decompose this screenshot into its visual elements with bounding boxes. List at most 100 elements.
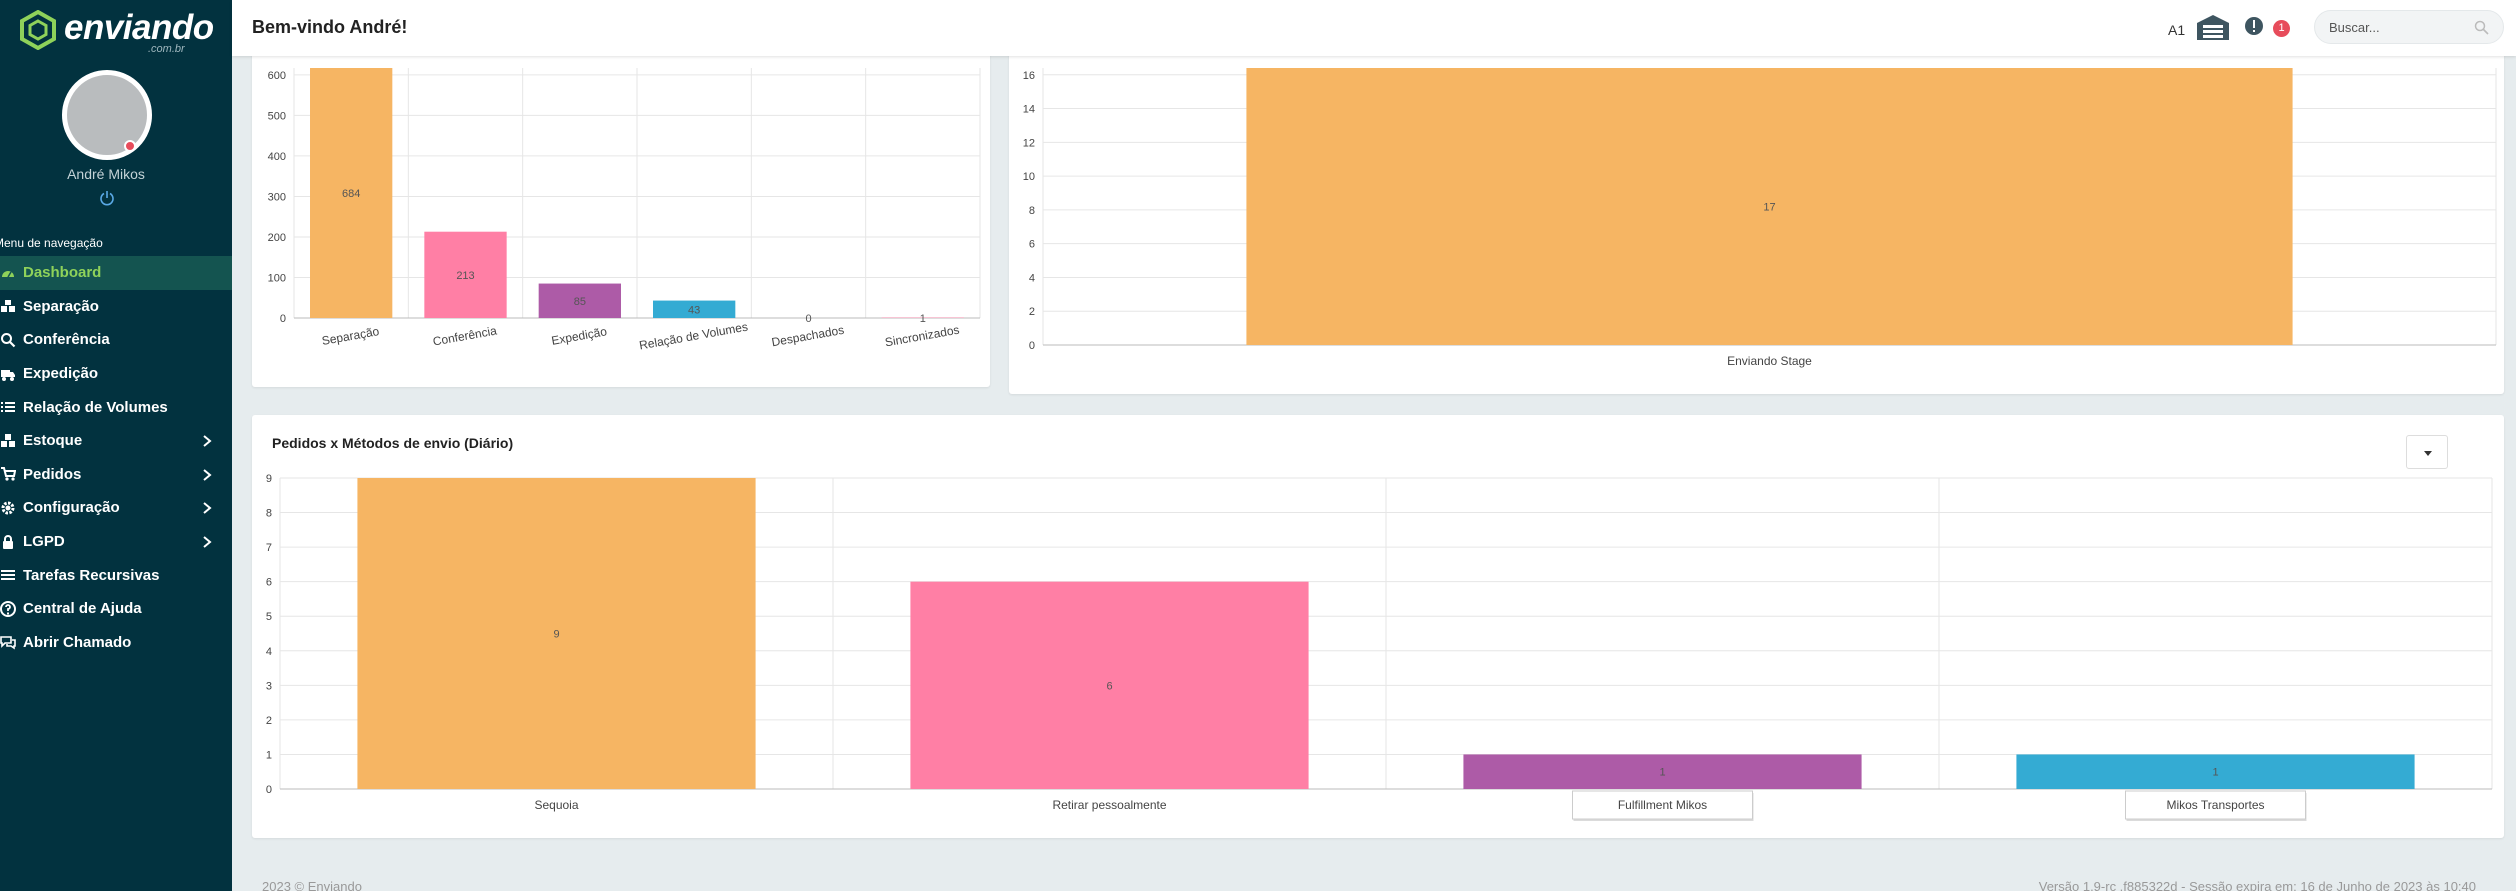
y-tick-label: 9 [266,473,272,485]
x-tick-label: Conferência [432,323,498,348]
y-tick-label: 8 [266,508,272,520]
sidebar: enviando .com.br André Mikos Menu de nav… [0,0,232,891]
sidebar-item-conferencia[interactable]: Conferência [0,323,232,357]
x-tick-label: Sincronizados [884,323,961,350]
sidebar-item-label: LGPD [23,533,65,551]
status-chart-card: 0 100 200 300 400 500 600 684 Separação 213 Confer… [252,40,990,387]
sidebar-item-tarefas-recursivas[interactable]: Tarefas Recursivas [0,558,232,592]
sidebar-item-separacao[interactable]: Separação [0,290,232,324]
y-tick-label: 200 [268,232,286,244]
sidebar-item-label: Estoque [23,432,83,450]
sidebar-item-relacao-de-volumes[interactable]: Relação de Volumes [0,390,232,424]
chevron-right-icon [203,535,212,548]
stage-chart-card: 0 2 4 6 8 10 12 14 16 17 Enviando Stage [1009,40,2504,394]
y-tick-label: 4 [266,646,272,658]
cubes-icon [1,433,15,447]
x-tick-label: Separação [321,324,381,348]
y-tick-label: 2 [266,715,272,727]
brand-logo[interactable]: enviando .com.br [18,8,218,55]
x-tick-label: Sequoia [534,798,578,812]
alert-icon[interactable] [2244,16,2264,36]
footer-copyright: 2023 © Enviando [262,879,362,891]
data-label: 43 [688,304,700,316]
list-icon [1,402,15,413]
data-label: 85 [574,296,586,308]
data-label: 1 [2212,767,2218,779]
boxes-icon [1,300,15,313]
sidebar-item-label: Expedição [23,365,99,383]
nav-menu: Dashboard Separação Conferência Expedição Re… [0,256,232,659]
data-label: 684 [342,188,360,200]
sidebar-item-label: Configuração [23,499,120,517]
y-tick-label: 14 [1023,104,1035,116]
y-tick-label: 3 [266,680,272,692]
chevron-right-icon [203,435,212,447]
chevron-right-icon [203,502,212,514]
x-tick-label: Relação de Volumes [638,320,749,353]
footer-version: Versão 1.9-rc .f885322d - Sessão expira … [2038,879,2476,891]
page-title: Bem-vindo André! [252,17,408,37]
sidebar-item-label: Pedidos [23,465,82,483]
status-dot [124,140,136,152]
cart-icon [1,467,16,481]
x-tick-label: Enviando Stage [1727,354,1812,368]
data-label: 1 [1659,767,1665,779]
y-tick-label: 300 [268,191,286,203]
data-label: 1 [920,313,926,325]
sidebar-item-label: Abrir Chamado [23,633,132,651]
search-input[interactable] [2329,18,2459,36]
data-label: 0 [805,313,811,325]
sidebar-item-dashboard[interactable]: Dashboard [0,256,232,290]
top-header: Bem-vindo André! A1 1 [232,0,2516,56]
data-label: 6 [1106,680,1112,692]
logo-icon [20,10,56,50]
search-icon[interactable] [2474,20,2489,35]
dashboard-icon [2,270,14,278]
x-tick-label: Despachados [770,323,845,350]
sidebar-item-label: Relação de Volumes [23,398,168,416]
sidebar-item-label: Separação [23,297,99,315]
y-tick-label: 8 [1029,205,1035,217]
y-tick-label: 400 [268,151,286,163]
x-tick-label: Expedição [550,324,608,348]
data-label: 213 [456,270,474,282]
brand-sub: .com.br [148,43,185,55]
y-tick-label: 4 [1029,272,1035,284]
power-icon[interactable] [99,190,115,206]
warehouse-icon[interactable] [2196,14,2230,40]
y-tick-label: 0 [1029,340,1035,352]
alert-count-badge[interactable]: 1 [2273,20,2290,37]
lock-icon [3,534,13,549]
y-tick-label: 100 [268,272,286,284]
tasks-icon [1,570,15,581]
sidebar-item-pedidos[interactable]: Pedidos [0,458,232,492]
data-label: 17 [1763,202,1775,214]
sidebar-item-estoque[interactable]: Estoque [0,424,232,458]
y-tick-label: 5 [266,611,272,623]
y-tick-label: 500 [268,110,286,122]
search-box [2314,10,2504,44]
sidebar-item-label: Tarefas Recursivas [23,566,160,584]
sidebar-item-central-de-ajuda[interactable]: Central de Ajuda [0,592,232,626]
y-tick-label: 1 [266,749,272,761]
stage-chart: 0 2 4 6 8 10 12 14 16 17 Enviando Stage [1023,68,2497,368]
brand-name: enviando [64,8,214,47]
shipping-methods-card: Pedidos x Métodos de envio (Diário) 0123… [252,415,2504,838]
shipping-methods-chart: 0 1 2 3 4 5 6 7 8 9 9 Sequoia 6 Retirar pessoalmente 1… [266,473,2493,821]
truck-icon [1,369,15,381]
chat-icon [0,636,16,650]
sidebar-item-lgpd[interactable]: LGPD [0,525,232,559]
y-tick-label: 0 [266,784,272,796]
sidebar-item-label: Dashboard [23,264,102,282]
sidebar-item-label: Conferência [23,331,110,349]
x-tick-label: Fulfillment Mikos [1618,798,1707,812]
sidebar-item-abrir-chamado[interactable]: Abrir Chamado [0,626,232,660]
x-tick-label: Retirar pessoalmente [1052,798,1166,812]
user-name: André Mikos [67,166,145,182]
y-tick-label: 7 [266,542,272,554]
sidebar-item-expedicao[interactable]: Expedição [0,357,232,391]
x-tick-label: Mikos Transportes [2166,798,2264,812]
sidebar-item-configuracao[interactable]: Configuração [0,491,232,525]
y-tick-label: 16 [1023,70,1035,82]
avatar[interactable] [62,70,152,160]
